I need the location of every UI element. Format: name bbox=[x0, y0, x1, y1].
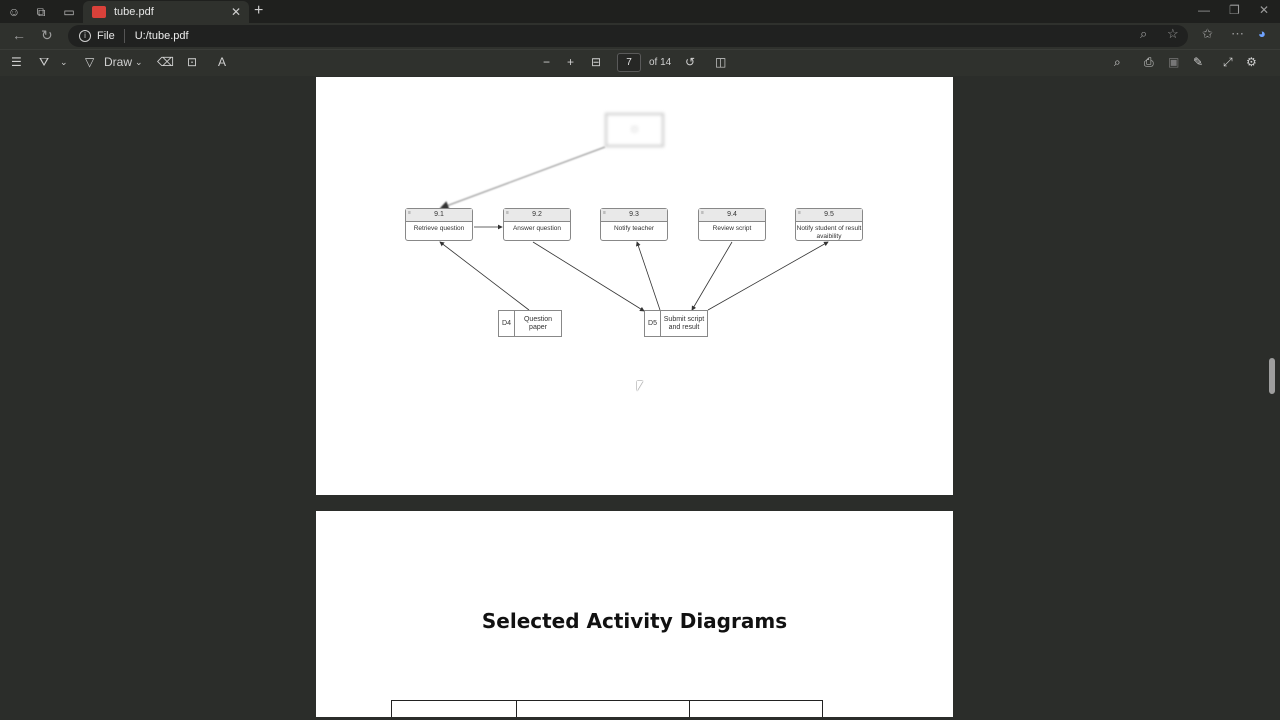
zoom-out-button[interactable]: − bbox=[543, 55, 550, 69]
pdf-file-icon bbox=[92, 6, 106, 18]
settings-gear-icon[interactable]: ⚙ bbox=[1246, 55, 1257, 69]
process-9-5: ≡ 9.5 Notify student of result avaibilit… bbox=[795, 208, 863, 241]
page-total: of 14 bbox=[649, 57, 672, 68]
draw-icon[interactable]: ▽ bbox=[85, 55, 94, 69]
process-label: Review script bbox=[712, 225, 752, 232]
save-as-icon[interactable]: ✎ bbox=[1193, 55, 1203, 69]
mouse-cursor bbox=[637, 381, 643, 391]
datastore-id: D4 bbox=[499, 311, 515, 336]
profile-icon[interactable]: ☺ bbox=[6, 4, 22, 20]
process-9-3: ≡ 9.3 Notify teacher bbox=[600, 208, 668, 241]
arrow-d5-to-9-3 bbox=[636, 241, 661, 311]
datastore-id: D5 bbox=[645, 311, 661, 336]
process-marker-icon: ≡ bbox=[603, 210, 606, 216]
highlight-icon[interactable]: ⛛ bbox=[39, 55, 49, 70]
tab-close-icon[interactable]: ✕ bbox=[231, 5, 241, 19]
new-tab-button[interactable]: + bbox=[254, 2, 263, 20]
address-bar[interactable]: i File U:/tube.pdf bbox=[68, 25, 1188, 47]
arrow-external-to-9-1 bbox=[439, 146, 606, 210]
tab-active[interactable]: tube.pdf ✕ bbox=[83, 1, 249, 23]
page-view-icon[interactable]: ◫ bbox=[715, 55, 726, 69]
address-bar-row: ← ↻ i File U:/tube.pdf ⌕ ☆ ✩ ⋯ ◕ bbox=[0, 23, 1280, 49]
process-marker-icon: ≡ bbox=[408, 210, 411, 216]
favorites-icon[interactable]: ✩ bbox=[1202, 26, 1213, 42]
address-scheme: File bbox=[97, 30, 115, 42]
close-window-button[interactable]: ✕ bbox=[1259, 3, 1269, 17]
highlight-chevron-icon[interactable]: ⌄ bbox=[60, 57, 68, 68]
pdf-page-8: Selected Activity Diagrams bbox=[316, 511, 953, 717]
process-9-4: ≡ 9.4 Review script bbox=[698, 208, 766, 241]
arrow-9-2-to-d5 bbox=[532, 241, 645, 312]
arrow-d4-to-9-1 bbox=[439, 241, 530, 311]
process-9-1: ≡ 9.1 Retrieve question bbox=[405, 208, 473, 241]
page-number-input[interactable]: 7 bbox=[617, 53, 641, 72]
process-marker-icon: ≡ bbox=[701, 210, 704, 216]
fullscreen-icon[interactable]: ⤢ bbox=[1223, 55, 1233, 70]
search-icon[interactable]: ⌕ bbox=[1114, 55, 1121, 70]
table-outline bbox=[391, 700, 823, 717]
process-9-2: ≡ 9.2 Answer question bbox=[503, 208, 571, 241]
pdf-page-7: ▢ ≡ 9.1 Retrieve question ≡ 9.2 Answer q… bbox=[316, 77, 953, 495]
favorite-star-icon[interactable]: ☆ bbox=[1167, 26, 1179, 42]
process-marker-icon: ≡ bbox=[798, 210, 801, 216]
external-entity-blurred: ▢ bbox=[605, 113, 664, 147]
process-label: Retrieve question bbox=[413, 225, 465, 232]
datastore-d4: D4 Question paper bbox=[498, 310, 562, 337]
table-column-divider bbox=[689, 701, 690, 717]
save-icon[interactable]: ▣ bbox=[1168, 55, 1179, 69]
vertical-scrollbar[interactable] bbox=[1270, 77, 1280, 720]
info-icon[interactable]: i bbox=[79, 30, 91, 42]
table-column-divider bbox=[516, 701, 517, 717]
minimize-button[interactable]: — bbox=[1198, 3, 1210, 17]
process-number: 9.1 bbox=[406, 209, 472, 222]
tab-title: tube.pdf bbox=[114, 6, 154, 18]
eraser-icon[interactable]: ⌫ bbox=[157, 55, 174, 69]
fit-page-icon[interactable]: ⊟ bbox=[591, 55, 601, 69]
zoom-icon[interactable]: ⌕ bbox=[1140, 26, 1147, 42]
page-heading: Selected Activity Diagrams bbox=[481, 609, 788, 633]
process-label: Notify teacher bbox=[613, 225, 655, 232]
process-marker-icon: ≡ bbox=[506, 210, 509, 216]
zoom-in-button[interactable]: + bbox=[567, 55, 574, 69]
process-number: 9.5 bbox=[796, 209, 862, 222]
copilot-icon[interactable]: ◕ bbox=[1258, 26, 1266, 41]
datastore-name: Submit script and result bbox=[663, 315, 705, 331]
contents-icon[interactable]: ☰ bbox=[11, 55, 22, 69]
datastore-d5: D5 Submit script and result bbox=[644, 310, 708, 337]
restore-button[interactable]: ❐ bbox=[1229, 3, 1240, 17]
address-url[interactable]: U:/tube.pdf bbox=[135, 30, 189, 42]
tab-actions-icon[interactable]: ▭ bbox=[61, 4, 77, 20]
draw-chevron-icon[interactable]: ⌄ bbox=[135, 57, 143, 68]
process-label: Notify student of result avaibility bbox=[796, 225, 862, 240]
process-number: 9.2 bbox=[504, 209, 570, 222]
process-number: 9.3 bbox=[601, 209, 667, 222]
process-number: 9.4 bbox=[699, 209, 765, 222]
refresh-button[interactable]: ↻ bbox=[41, 27, 53, 44]
datastore-name: Question paper bbox=[523, 315, 553, 331]
draw-label[interactable]: Draw bbox=[104, 55, 132, 69]
read-aloud-icon[interactable]: A bbox=[218, 55, 226, 69]
add-text-icon[interactable]: ⊡ bbox=[187, 55, 197, 69]
address-separator bbox=[123, 29, 125, 43]
pdf-toolbar: ☰ ⛛ ⌄ ▽ Draw ⌄ ⌫ ⊡ A − + ⊟ 7 of 14 ↺ ◫ ⌕… bbox=[0, 49, 1280, 76]
rotate-icon[interactable]: ↺ bbox=[685, 55, 695, 69]
more-menu-icon[interactable]: ⋯ bbox=[1231, 26, 1244, 42]
process-label: Answer question bbox=[512, 225, 562, 232]
pdf-viewer[interactable]: ▢ ≡ 9.1 Retrieve question ≡ 9.2 Answer q… bbox=[0, 77, 1270, 717]
workspaces-icon[interactable]: ⧉ bbox=[33, 4, 49, 20]
scrollbar-thumb[interactable] bbox=[1269, 358, 1275, 394]
print-icon[interactable]: ⎙ bbox=[1144, 55, 1154, 70]
browser-titlebar: ☺ ⧉ ▭ tube.pdf ✕ + — ❐ ✕ bbox=[0, 0, 1280, 23]
back-button[interactable]: ← bbox=[12, 27, 26, 43]
